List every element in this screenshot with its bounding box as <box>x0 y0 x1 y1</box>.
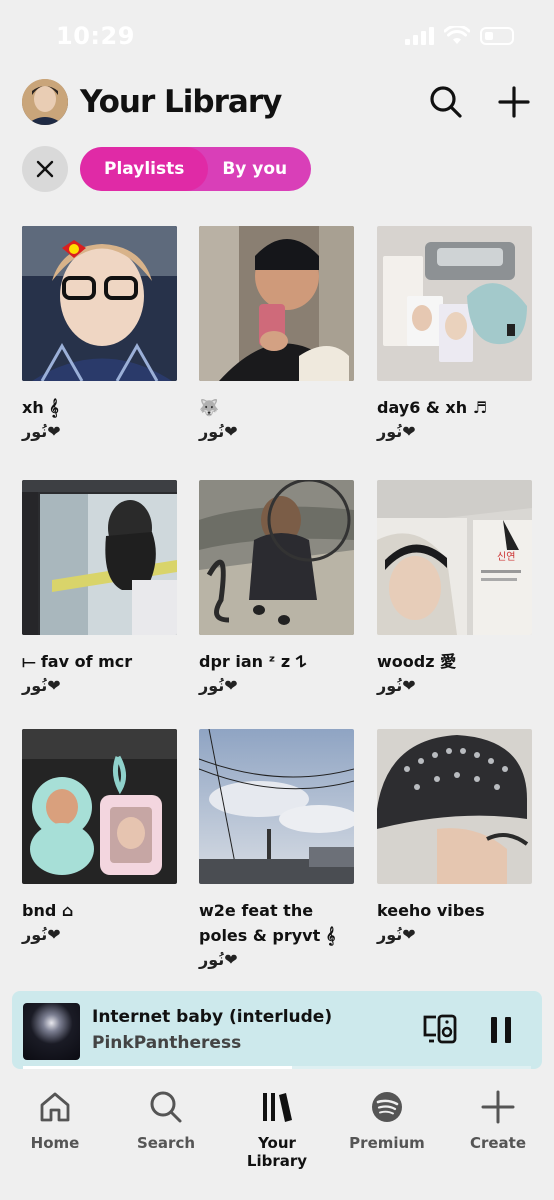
nav-your-library[interactable]: Your Library <box>227 1088 327 1170</box>
playlist-owner: نُور❤ <box>377 925 416 944</box>
playback-progress-fill <box>23 1066 293 1069</box>
nav-label: Home <box>30 1134 80 1152</box>
playlist-tile[interactable]: 신연 woodz 愛 نُور❤ <box>377 480 532 698</box>
cellular-signal-icon <box>405 27 434 45</box>
plus-icon <box>481 1090 515 1124</box>
playlist-name: w2e feat the poles & pryvt 𝄞 <box>199 901 336 945</box>
page-title: Your Library <box>80 84 282 120</box>
playlist-tile[interactable]: xh 𝄞 نُور❤ <box>22 226 177 444</box>
plus-icon <box>498 86 530 118</box>
playlist-cover <box>199 729 354 884</box>
search-icon <box>150 1091 182 1123</box>
playlist-tile[interactable]: dpr ian ᶻ z 𐰁 نُور❤ <box>199 480 354 698</box>
playlist-owner: نُور❤ <box>22 676 61 695</box>
nav-create[interactable]: Create <box>448 1088 548 1152</box>
status-bar: 10:29 <box>0 0 554 70</box>
playlist-tile[interactable]: keeho vibes نُور❤ <box>377 729 532 947</box>
playlist-owner: نُور❤ <box>377 676 416 695</box>
filter-bar: Playlists By you <box>22 146 312 192</box>
playlist-tile[interactable]: bnd ⌂ نُور❤ <box>22 729 177 947</box>
playlist-cover <box>22 729 177 884</box>
playlist-owner: نُور❤ <box>199 422 238 441</box>
playlist-name: keeho vibes <box>377 901 485 920</box>
playlist-cover: 신연 <box>377 480 532 635</box>
nav-label: Create <box>469 1134 527 1152</box>
clear-filter-button[interactable] <box>22 146 68 192</box>
playback-progress-bar[interactable] <box>23 1066 531 1069</box>
now-playing-artwork <box>23 1003 80 1060</box>
playlist-owner: نُور❤ <box>22 925 61 944</box>
playlist-cover <box>377 226 532 381</box>
playlist-name: day6 & xh ♬ <box>377 398 488 417</box>
add-button[interactable] <box>494 82 534 122</box>
now-playing-artist[interactable]: PinkPantheress <box>92 1033 241 1053</box>
playlist-name: 🐺 <box>199 398 219 417</box>
playlist-name: woodz 愛 <box>377 652 457 671</box>
nav-label: Premium <box>349 1134 425 1152</box>
playlist-owner: نُور❤ <box>199 950 238 969</box>
playlist-cover <box>377 729 532 884</box>
playlist-tile[interactable]: ⟝ fav of mcr نُور❤ <box>22 480 177 698</box>
playlist-name: bnd ⌂ <box>22 901 74 920</box>
playlist-tile[interactable]: day6 & xh ♬ نُور❤ <box>377 226 532 444</box>
playlist-name: ⟝ fav of mcr <box>22 652 133 671</box>
spotify-logo-icon <box>372 1092 402 1122</box>
battery-icon <box>480 27 514 45</box>
wifi-icon <box>444 26 470 44</box>
playlist-owner: نُور❤ <box>377 422 416 441</box>
playlist-owner: نُور❤ <box>22 422 61 441</box>
close-icon <box>36 160 54 178</box>
connect-device-icon <box>423 1014 457 1044</box>
now-playing-title: Internet baby (interlude) <box>92 1007 333 1027</box>
connect-device-button[interactable] <box>422 1013 458 1045</box>
nav-home[interactable]: Home <box>5 1088 105 1152</box>
filter-chip-group: Playlists By you <box>80 147 312 191</box>
search-icon <box>430 86 462 118</box>
now-playing-bar[interactable]: Internet baby (interlude) PinkPantheress <box>12 991 542 1069</box>
filter-chip-playlists[interactable]: Playlists <box>80 147 209 191</box>
playlist-cover <box>199 226 354 381</box>
playlist-cover <box>199 480 354 635</box>
playlist-tile[interactable]: 🐺 نُور❤ <box>199 226 354 444</box>
playlist-name: xh 𝄞 <box>22 398 59 417</box>
filter-chip-by-you[interactable]: By you <box>208 147 311 191</box>
status-time: 10:29 <box>56 22 135 50</box>
nav-search[interactable]: Search <box>116 1088 216 1152</box>
nav-label: Search <box>136 1134 196 1152</box>
library-header: Your Library <box>22 78 534 126</box>
svg-text:신연: 신연 <box>497 551 515 563</box>
playlist-tile[interactable]: w2e feat the poles & pryvt 𝄞 نُور❤ <box>199 729 354 972</box>
pause-button[interactable] <box>488 1015 514 1045</box>
search-button[interactable] <box>426 82 466 122</box>
nav-label: Your Library <box>246 1134 308 1170</box>
playlist-owner: نُور❤ <box>199 676 238 695</box>
home-icon <box>40 1092 70 1122</box>
playlist-name: dpr ian ᶻ z 𐰁 <box>199 652 307 671</box>
nav-premium[interactable]: Premium <box>337 1088 437 1152</box>
library-icon <box>263 1093 292 1122</box>
bottom-navigation: Home Search Your Library Premium Create <box>0 1078 554 1200</box>
avatar[interactable] <box>22 79 68 125</box>
playlist-cover <box>22 480 177 635</box>
playlist-cover <box>22 226 177 381</box>
pause-icon <box>491 1017 511 1043</box>
